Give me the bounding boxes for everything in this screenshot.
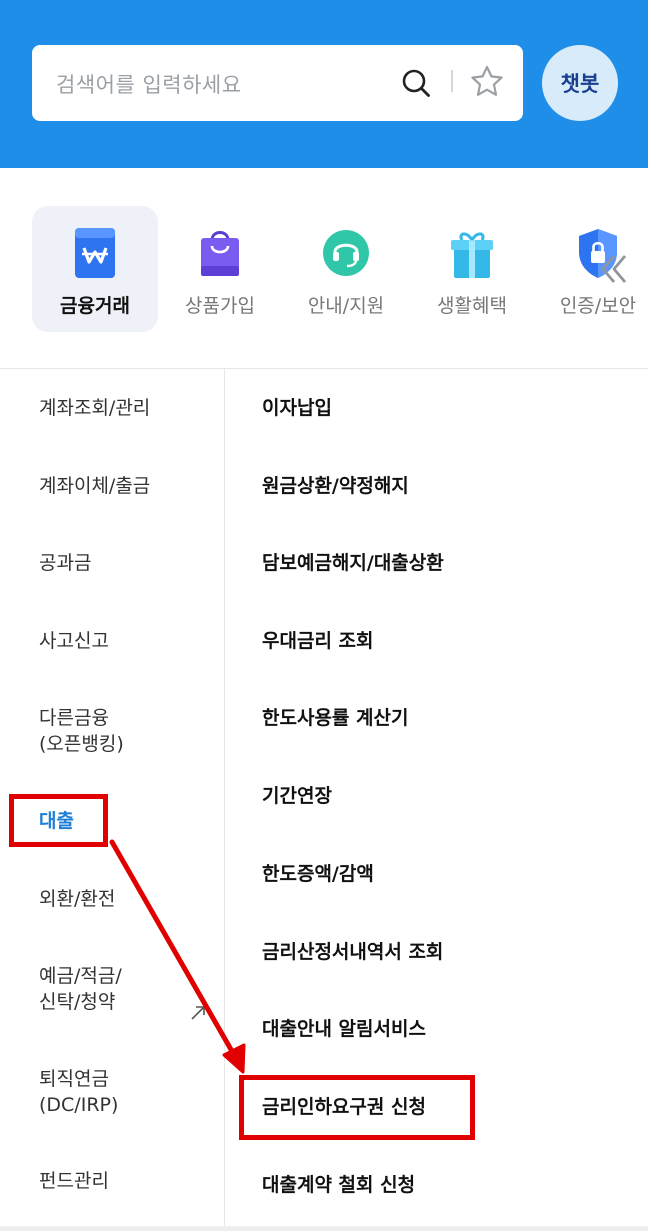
left-menu-label-line: 신탁/청약 xyxy=(39,991,116,1013)
gift-icon xyxy=(451,232,493,278)
submenu-item[interactable]: 담보예금해지/대출상환 xyxy=(262,550,444,576)
submenu-item[interactable]: 한도사용률 계산기 xyxy=(262,705,408,731)
left-menu-item[interactable]: 공과금 xyxy=(39,550,91,576)
bottom-strip xyxy=(0,1226,648,1231)
shopping-bag-icon xyxy=(201,231,239,276)
submenu-item[interactable]: 우대금리 조회 xyxy=(262,628,374,654)
menu-divider xyxy=(224,369,225,1231)
category-finance-transaction[interactable]: 금융거래 xyxy=(32,206,158,332)
star-icon[interactable] xyxy=(469,64,505,100)
chatbot-button[interactable]: 챗봇 xyxy=(542,45,618,121)
submenu-item[interactable]: 대출계약 철회 신청 xyxy=(262,1172,415,1198)
category-life-benefits[interactable]: 생활혜택 xyxy=(409,206,535,332)
submenu-item[interactable]: 금리산정서내역서 조회 xyxy=(262,939,443,965)
left-menu-item-deposit[interactable]: 예금/적금/ 신탁/청약 xyxy=(39,963,122,1015)
submenu-item[interactable]: 이자납입 xyxy=(262,395,332,421)
left-menu-item[interactable]: 외환/환전 xyxy=(39,886,115,912)
headset-icon xyxy=(323,230,369,276)
category-label: 인증/보안 xyxy=(559,295,637,317)
highlight-box-loan xyxy=(9,794,108,847)
left-menu-label-line: (DC/IRP) xyxy=(39,1094,119,1116)
left-menu-item[interactable]: 계좌이체/출금 xyxy=(39,473,150,499)
left-menu-label-line: (오픈뱅킹) xyxy=(39,733,124,755)
category-bar: 금융거래 상품가입 안내/지원 생활혜택 인증/보안 xyxy=(0,168,648,368)
category-label: 안내/지원 xyxy=(307,295,385,317)
category-product-signup[interactable]: 상품가입 xyxy=(157,206,283,332)
left-menu-label-line: 다른금융 xyxy=(39,707,109,729)
submenu-item[interactable]: 기간연장 xyxy=(262,783,332,809)
left-menu-item[interactable]: 계좌조회/관리 xyxy=(39,395,150,421)
category-label: 금융거래 xyxy=(60,295,130,317)
submenu-item[interactable]: 대출안내 알림서비스 xyxy=(262,1016,426,1042)
left-menu-item[interactable]: 사고신고 xyxy=(39,628,109,654)
category-label: 상품가입 xyxy=(185,295,255,317)
left-menu-item-pension[interactable]: 퇴직연금 (DC/IRP) xyxy=(39,1066,118,1118)
chevron-double-left-icon[interactable] xyxy=(600,252,628,286)
submenu-item[interactable]: 한도증액/감액 xyxy=(262,861,374,887)
search-icon[interactable] xyxy=(401,68,431,98)
external-link-icon[interactable] xyxy=(189,1004,207,1022)
left-menu-label-line: 예금/적금/ xyxy=(39,965,122,987)
section-divider xyxy=(0,368,648,369)
search-divider xyxy=(451,70,453,92)
left-menu-item-open-banking[interactable]: 다른금융 (오픈뱅킹) xyxy=(39,705,124,757)
category-label: 생활혜택 xyxy=(437,295,507,317)
app-header: 검색어를 입력하세요 챗봇 xyxy=(0,0,648,168)
search-box[interactable]: 검색어를 입력하세요 xyxy=(32,45,523,121)
category-auth-security[interactable]: 인증/보안 xyxy=(535,206,648,332)
submenu-item[interactable]: 원금상환/약정해지 xyxy=(262,473,409,499)
category-guide-support[interactable]: 안내/지원 xyxy=(283,206,409,332)
left-menu-label-line: 퇴직연금 xyxy=(39,1068,109,1090)
wallet-won-icon xyxy=(75,228,115,278)
left-menu-item[interactable]: 펀드관리 xyxy=(39,1168,109,1194)
search-input[interactable]: 검색어를 입력하세요 xyxy=(56,69,242,99)
highlight-box-rate-cut xyxy=(239,1075,475,1140)
